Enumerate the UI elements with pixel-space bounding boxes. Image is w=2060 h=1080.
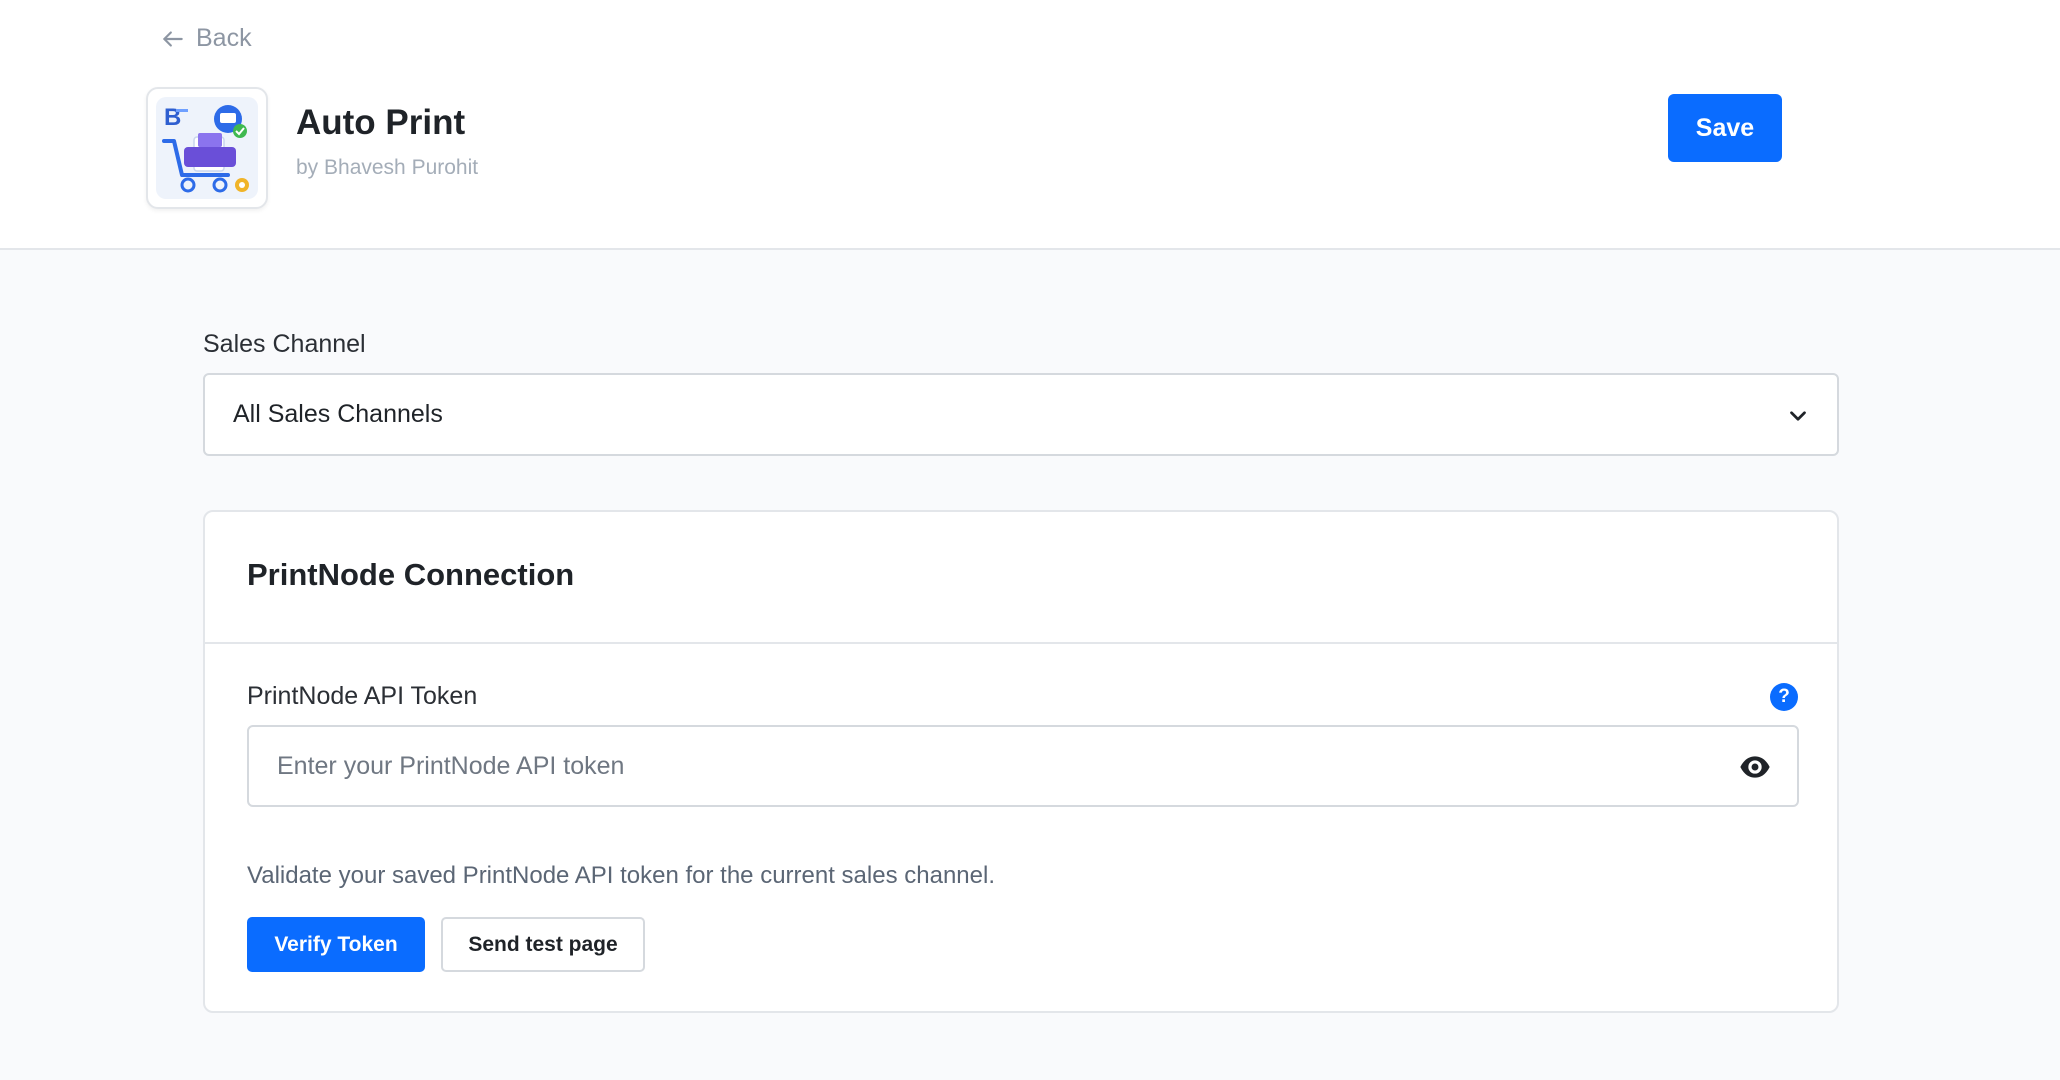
eye-icon[interactable] (1739, 751, 1771, 783)
sales-channel-select[interactable]: All Sales Channels (203, 373, 1839, 456)
card-title: PrintNode Connection (247, 557, 575, 592)
svg-text:B: B (164, 104, 181, 131)
app-logo-icon: B (156, 97, 258, 199)
printnode-connection-card: PrintNode Connection PrintNode API Token… (203, 510, 1839, 1013)
app-logo: B (146, 87, 268, 209)
sales-channel-label: Sales Channel (203, 330, 366, 358)
app-header: Back B Auto Print by Bhavesh Purohit Sav… (0, 0, 2060, 250)
token-label: PrintNode API Token (247, 682, 478, 710)
question-circle-icon[interactable]: ? (1770, 683, 1798, 711)
app-author: by Bhavesh Purohit (296, 156, 479, 179)
token-helper-text: Validate your saved PrintNode API token … (247, 862, 995, 889)
arrow-left-icon (163, 30, 183, 47)
app-title: Auto Print (296, 103, 466, 142)
back-link[interactable]: Back (160, 24, 252, 53)
save-button[interactable]: Save (1668, 94, 1782, 162)
send-test-page-button[interactable]: Send test page (441, 917, 645, 972)
back-label: Back (196, 24, 252, 52)
verify-token-button[interactable]: Verify Token (247, 917, 425, 972)
card-divider (205, 642, 1837, 644)
token-field (247, 725, 1799, 807)
sales-channel-selected-value: All Sales Channels (233, 400, 443, 428)
token-input[interactable] (249, 727, 1719, 805)
chevron-down-icon (1790, 411, 1806, 421)
